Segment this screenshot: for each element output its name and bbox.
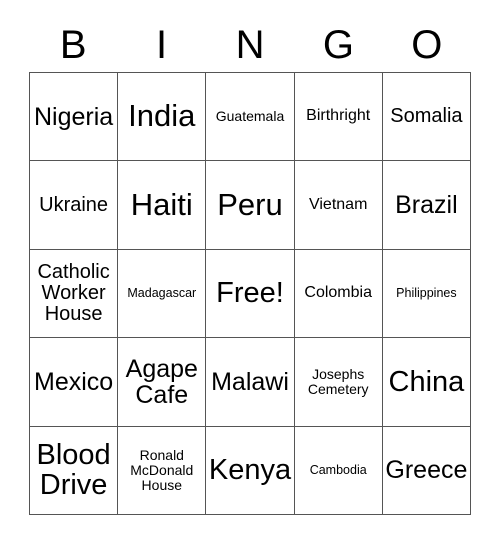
bingo-header-row: B I N G O xyxy=(29,18,471,72)
bingo-cell-label: Agape Cafe xyxy=(125,354,198,409)
bingo-cell-label: Brazil xyxy=(395,190,458,219)
bingo-cell-label: Colombia xyxy=(304,284,372,302)
bingo-cell[interactable]: Haiti xyxy=(118,161,207,250)
bingo-cell-label: Catholic Worker House xyxy=(37,260,110,325)
bingo-cell-label: Ronald McDonald House xyxy=(130,447,194,493)
bingo-cell-label: Peru xyxy=(217,186,283,222)
bingo-cell[interactable]: Somalia xyxy=(382,73,471,162)
bingo-cell-label: Birthright xyxy=(306,107,371,125)
bingo-cell-label: Greece xyxy=(385,456,468,485)
bingo-cell-label: India xyxy=(128,98,196,134)
bingo-cell[interactable]: Colombia xyxy=(294,249,383,339)
bingo-cell-label: Ukraine xyxy=(39,193,109,216)
bingo-cell[interactable]: Mexico xyxy=(30,338,119,427)
bingo-cell[interactable]: Blood Drive xyxy=(30,426,119,515)
bingo-card: B I N G O Nigeria India Guatemala Birthr… xyxy=(0,0,500,544)
bingo-cell[interactable]: China xyxy=(382,338,471,427)
bingo-cell[interactable]: Philippines xyxy=(382,249,471,339)
bingo-cell[interactable]: Kenya xyxy=(206,426,295,515)
bingo-header-letter-i: I xyxy=(156,23,168,67)
bingo-cell[interactable]: Catholic Worker House xyxy=(30,249,119,339)
bingo-cell[interactable]: Nigeria xyxy=(30,73,119,162)
bingo-cell-label: Haiti xyxy=(130,186,193,222)
bingo-cell[interactable]: Josephs Cemetery xyxy=(294,338,383,427)
bingo-cell-label: Philippines xyxy=(396,285,457,300)
bingo-cell[interactable]: Brazil xyxy=(382,161,471,250)
bingo-cell-label: Malawi xyxy=(211,367,289,396)
bingo-cell-label: Kenya xyxy=(208,454,292,487)
bingo-cell[interactable]: Birthright xyxy=(294,73,383,162)
bingo-cell-label: Free! xyxy=(216,277,284,310)
bingo-cell-label: Somalia xyxy=(390,105,463,128)
bingo-cell-label: Vietnam xyxy=(308,195,368,213)
bingo-cell-label: Josephs Cemetery xyxy=(307,366,369,397)
bingo-cell-label: Cambodia xyxy=(309,462,367,477)
bingo-cell[interactable]: Vietnam xyxy=(294,161,383,250)
bingo-cell[interactable]: Agape Cafe xyxy=(118,338,207,427)
bingo-grid: Nigeria India Guatemala Birthright Somal… xyxy=(29,72,471,515)
bingo-cell[interactable]: Greece xyxy=(382,426,471,515)
bingo-cell[interactable]: India xyxy=(118,73,207,162)
bingo-cell[interactable]: Madagascar xyxy=(118,249,207,339)
bingo-cell-label: Nigeria xyxy=(33,102,114,131)
bingo-cell-free-space[interactable]: Free! xyxy=(206,249,295,339)
bingo-cell-label: Madagascar xyxy=(127,285,197,300)
bingo-header-letter-b: B xyxy=(59,23,87,67)
bingo-header-letter-g: G xyxy=(322,23,354,67)
bingo-cell-label: Mexico xyxy=(34,367,114,396)
bingo-cell-label: Guatemala xyxy=(215,108,285,125)
bingo-header-letter-o: O xyxy=(411,23,443,67)
bingo-cell-label: China xyxy=(388,365,465,398)
bingo-cell[interactable]: Malawi xyxy=(206,338,295,427)
bingo-cell[interactable]: Peru xyxy=(206,161,295,250)
bingo-cell[interactable]: Guatemala xyxy=(206,73,295,162)
bingo-cell-label: Blood Drive xyxy=(36,438,111,502)
bingo-cell[interactable]: Ukraine xyxy=(30,161,119,250)
bingo-cell[interactable]: Ronald McDonald House xyxy=(118,426,207,515)
bingo-cell[interactable]: Cambodia xyxy=(294,426,383,515)
bingo-header-letter-n: N xyxy=(235,23,265,67)
